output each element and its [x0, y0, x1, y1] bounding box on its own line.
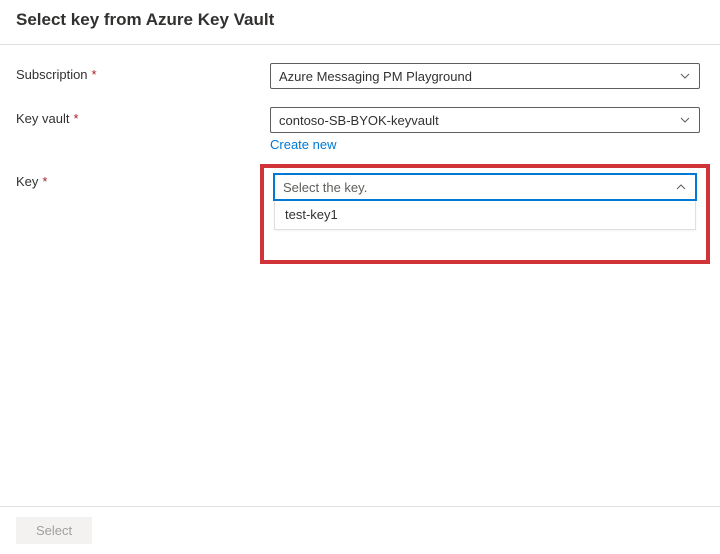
form-area: Subscription* Azure Messaging PM Playgro…: [0, 45, 720, 264]
required-mark: *: [42, 174, 47, 189]
key-search-input[interactable]: [283, 180, 675, 195]
key-row: Key* test-key1: [16, 170, 704, 264]
subscription-value: Azure Messaging PM Playground: [279, 69, 679, 84]
annotation-highlight: test-key1: [260, 164, 710, 264]
key-vault-label: Key vault*: [16, 107, 270, 126]
panel-header: Select key from Azure Key Vault: [0, 0, 720, 45]
key-dropdown-list: test-key1: [274, 200, 696, 230]
chevron-up-icon: [675, 181, 687, 193]
chevron-down-icon: [679, 70, 691, 82]
key-vault-select[interactable]: contoso-SB-BYOK-keyvault: [270, 107, 700, 133]
key-label: Key*: [16, 170, 270, 189]
subscription-row: Subscription* Azure Messaging PM Playgro…: [16, 63, 704, 89]
key-option[interactable]: test-key1: [275, 200, 695, 229]
required-mark: *: [92, 67, 97, 82]
key-select-open[interactable]: [274, 174, 696, 200]
key-vault-row: Key vault* contoso-SB-BYOK-keyvault Crea…: [16, 107, 704, 152]
panel-title: Select key from Azure Key Vault: [16, 10, 704, 30]
subscription-select[interactable]: Azure Messaging PM Playground: [270, 63, 700, 89]
subscription-label: Subscription*: [16, 63, 270, 82]
select-button[interactable]: Select: [16, 517, 92, 544]
required-mark: *: [73, 111, 78, 126]
footer-bar: Select: [0, 506, 720, 554]
chevron-down-icon: [679, 114, 691, 126]
key-vault-value: contoso-SB-BYOK-keyvault: [279, 113, 679, 128]
create-new-link[interactable]: Create new: [270, 137, 336, 152]
